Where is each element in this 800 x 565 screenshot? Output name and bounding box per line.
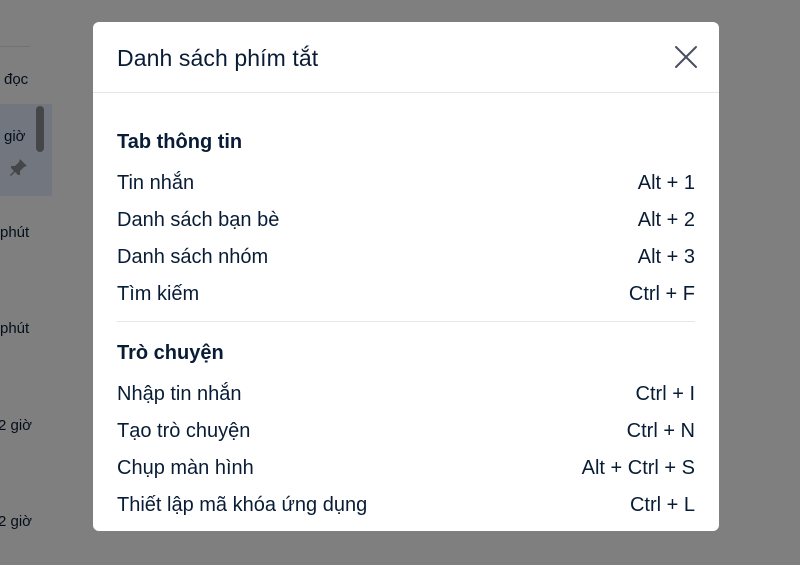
shortcut-keys: Ctrl + L <box>629 494 695 516</box>
shortcut-keys: Ctrl + I <box>635 383 695 405</box>
shortcut-row: Nhập tin nhắn Ctrl + I <box>117 376 695 413</box>
section-divider <box>117 321 695 322</box>
shortcut-keys: Ctrl + N <box>626 420 695 442</box>
shortcut-label: Chụp màn hình <box>117 457 254 479</box>
shortcut-label: Tìm kiếm <box>117 283 200 305</box>
shortcut-keys: Alt + Ctrl + S <box>581 457 695 479</box>
shortcut-row: Danh sách nhóm Alt + 3 <box>117 239 695 276</box>
shortcuts-dialog: Danh sách phím tắt Tab thông tin Tin nhắ… <box>93 22 719 531</box>
shortcut-row: Chụp màn hình Alt + Ctrl + S <box>117 450 695 487</box>
shortcut-label: Danh sách bạn bè <box>117 209 280 231</box>
dialog-header: Danh sách phím tắt <box>93 22 719 93</box>
section-tab-info: Tab thông tin Tin nhắn Alt + 1 Danh sách… <box>117 129 695 313</box>
dialog-title: Danh sách phím tắt <box>117 45 319 71</box>
shortcut-label: Nhập tin nhắn <box>117 383 242 405</box>
shortcut-row: Tạo trò chuyện Ctrl + N <box>117 413 695 450</box>
section-title: Tab thông tin <box>117 131 243 153</box>
section-title: Trò chuyện <box>117 342 224 364</box>
shortcut-row: Tìm kiếm Ctrl + F <box>117 276 695 313</box>
shortcut-label: Tạo trò chuyện <box>117 420 251 442</box>
shortcut-keys: Alt + 2 <box>637 209 695 231</box>
shortcut-row: Danh sách bạn bè Alt + 2 <box>117 202 695 239</box>
shortcut-label: Tin nhắn <box>117 172 195 194</box>
shortcut-keys: Alt + 3 <box>637 246 695 268</box>
dialog-body: Tab thông tin Tin nhắn Alt + 1 Danh sách… <box>93 93 719 524</box>
close-icon <box>675 46 697 68</box>
shortcut-row: Tin nhắn Alt + 1 <box>117 165 695 202</box>
shortcut-label: Danh sách nhóm <box>117 246 269 268</box>
shortcut-keys: Ctrl + F <box>628 283 695 305</box>
section-chat: Trò chuyện Nhập tin nhắn Ctrl + I Tạo tr… <box>117 340 695 524</box>
shortcut-label: Thiết lập mã khóa ứng dụng <box>117 494 368 516</box>
shortcut-row: Thiết lập mã khóa ứng dụng Ctrl + L <box>117 487 695 524</box>
shortcut-keys: Alt + 1 <box>637 172 695 194</box>
close-button[interactable] <box>673 44 699 70</box>
